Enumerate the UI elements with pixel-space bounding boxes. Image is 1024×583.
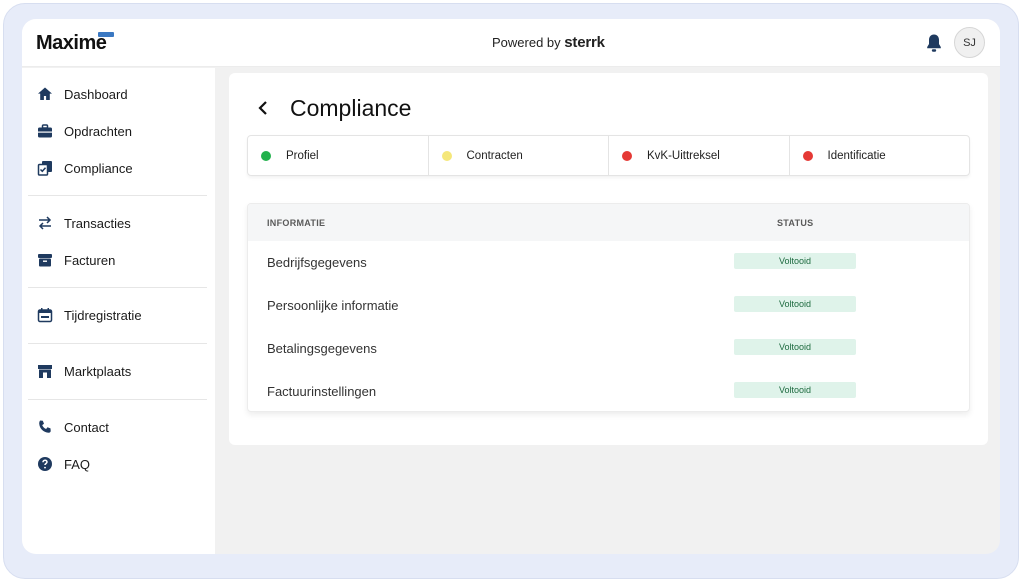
- status-badge: Voltooid: [734, 382, 856, 398]
- table-row[interactable]: Betalingsgegevens Voltooid: [248, 327, 969, 370]
- sidebar-divider: [28, 399, 207, 400]
- back-arrow-icon[interactable]: [256, 100, 270, 116]
- logo: Maxime: [36, 32, 107, 54]
- status-badge: Voltooid: [734, 339, 856, 355]
- status-dot-icon: [802, 150, 813, 161]
- info-table: INFORMATIE STATUS Bedrijfsgegevens Volto…: [247, 203, 970, 412]
- page-title: Compliance: [290, 95, 412, 121]
- table-header: INFORMATIE STATUS: [248, 204, 969, 241]
- table-row[interactable]: Persoonlijke informatie Voltooid: [248, 284, 969, 327]
- archive-icon: [37, 252, 53, 268]
- step-profiel[interactable]: Profiel: [248, 136, 429, 175]
- sidebar-item-label: Dashboard: [64, 86, 128, 102]
- sidebar-item-label: Opdrachten: [64, 123, 132, 139]
- sidebar-item-facturen[interactable]: Facturen: [37, 248, 115, 272]
- compliance-steps: Profiel Contracten KvK-Uittreksel Identi…: [247, 135, 970, 176]
- step-label: KvK-Uittreksel: [647, 149, 720, 162]
- sidebar-item-label: Compliance: [64, 160, 133, 176]
- sidebar-item-tijdregistratie[interactable]: Tijdregistratie: [37, 303, 142, 327]
- table-row[interactable]: Bedrijfsgegevens Voltooid: [248, 241, 969, 284]
- app-window: Maxime Powered by sterrk SJ Dashboard Op…: [22, 19, 1000, 554]
- powered-by-prefix: Powered by: [492, 35, 561, 50]
- home-icon: [37, 86, 53, 102]
- transfer-icon: [37, 215, 53, 231]
- sidebar-item-label: FAQ: [64, 456, 91, 472]
- powered-by-brand: sterrk: [564, 34, 605, 51]
- step-label: Profiel: [286, 149, 319, 162]
- sidebar-item-dashboard[interactable]: Dashboard: [37, 82, 128, 106]
- sidebar-item-contact[interactable]: Contact: [37, 415, 109, 439]
- status-badge: Voltooid: [734, 253, 856, 269]
- status-dot-icon: [622, 150, 632, 161]
- sidebar-item-opdrachten[interactable]: Opdrachten: [37, 119, 132, 143]
- sidebar-item-label: Transacties: [64, 215, 131, 231]
- calendar-icon: [37, 307, 53, 323]
- logo-badge: [98, 32, 114, 37]
- step-kvk-uittreksel[interactable]: KvK-Uittreksel: [609, 136, 790, 175]
- bell-icon[interactable]: [925, 33, 943, 53]
- step-contracten[interactable]: Contracten: [429, 136, 609, 175]
- compliance-icon: [37, 160, 53, 176]
- sidebar-item-faq[interactable]: FAQ: [37, 452, 90, 476]
- row-label: Bedrijfsgegevens: [267, 255, 367, 270]
- row-label: Betalingsgegevens: [267, 341, 377, 356]
- top-bar: Maxime Powered by sterrk SJ: [22, 19, 1000, 67]
- sidebar-item-compliance[interactable]: Compliance: [37, 156, 133, 180]
- status-dot-icon: [261, 150, 271, 161]
- sidebar: Dashboard Opdrachten Compliance Transact…: [22, 68, 215, 554]
- step-identificatie[interactable]: Identificatie: [790, 136, 970, 175]
- powered-by: Powered by sterrk: [492, 34, 605, 51]
- status-badge: Voltooid: [734, 296, 856, 312]
- sidebar-item-label: Tijdregistratie: [64, 307, 142, 323]
- phone-icon: [37, 419, 53, 435]
- row-label: Factuurinstellingen: [267, 384, 377, 399]
- sidebar-item-marktplaats[interactable]: Marktplaats: [37, 359, 131, 383]
- step-label: Contracten: [466, 149, 523, 162]
- status-dot-icon: [441, 150, 452, 161]
- row-label: Persoonlijke informatie: [267, 298, 399, 313]
- column-header-status: STATUS: [777, 218, 814, 228]
- help-icon: [37, 456, 53, 472]
- column-header-informatie: INFORMATIE: [267, 218, 326, 228]
- sidebar-item-transacties[interactable]: Transacties: [37, 211, 131, 235]
- sidebar-divider: [28, 287, 207, 288]
- table-row[interactable]: Factuurinstellingen Voltooid: [248, 370, 969, 411]
- store-icon: [37, 363, 53, 379]
- step-label: Identificatie: [827, 149, 886, 162]
- main-content: Compliance Profiel Contracten KvK-Uittre…: [229, 73, 988, 445]
- avatar[interactable]: SJ: [954, 27, 985, 58]
- sidebar-divider: [28, 343, 207, 344]
- sidebar-divider: [28, 195, 207, 196]
- sidebar-item-label: Marktplaats: [64, 363, 132, 379]
- briefcase-icon: [37, 123, 53, 139]
- sidebar-item-label: Facturen: [64, 252, 116, 268]
- sidebar-item-label: Contact: [64, 419, 109, 435]
